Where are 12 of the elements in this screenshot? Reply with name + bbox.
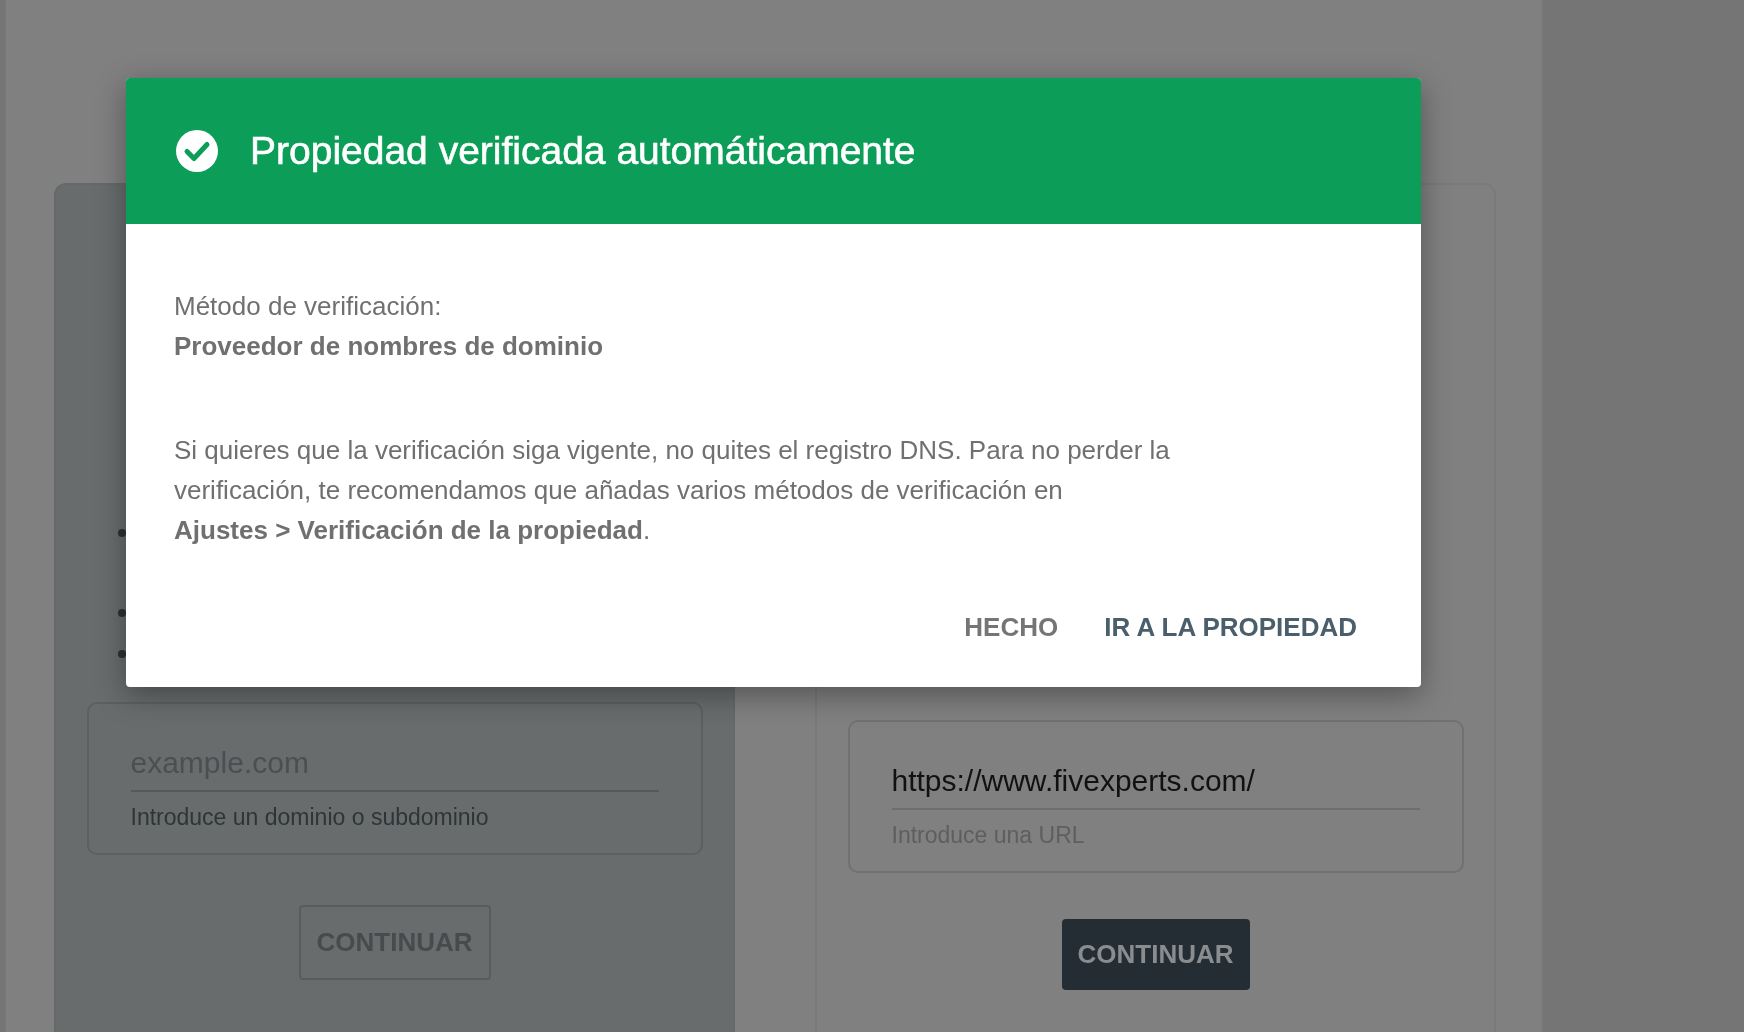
dialog-message: Si quieres que la verificación siga vigente, no quites el registro DNS. Para no perder la verificación, te recomendamos que añadas varios métodos de verificación en Ajustes > Verificación de la propiedad. — [174, 434, 1171, 547]
bullet-dot — [118, 609, 126, 617]
method-label: Método de verificación: — [174, 290, 443, 323]
method-value: Proveedor de nombres de dominio — [174, 330, 605, 363]
helper-text: Introduce un dominio o subdominio — [130, 804, 490, 831]
done-button[interactable]: HECHO — [964, 608, 1059, 647]
dialog-title: Propiedad verificada automáticamente — [250, 129, 916, 173]
go-to-property-button[interactable]: IR A LA PROPIEDAD — [1104, 608, 1357, 647]
check-circle-icon — [176, 130, 218, 172]
continue-button[interactable]: CONTINUAR — [1061, 919, 1250, 990]
bullet-dot — [118, 650, 126, 658]
bullet-dot — [118, 529, 126, 537]
